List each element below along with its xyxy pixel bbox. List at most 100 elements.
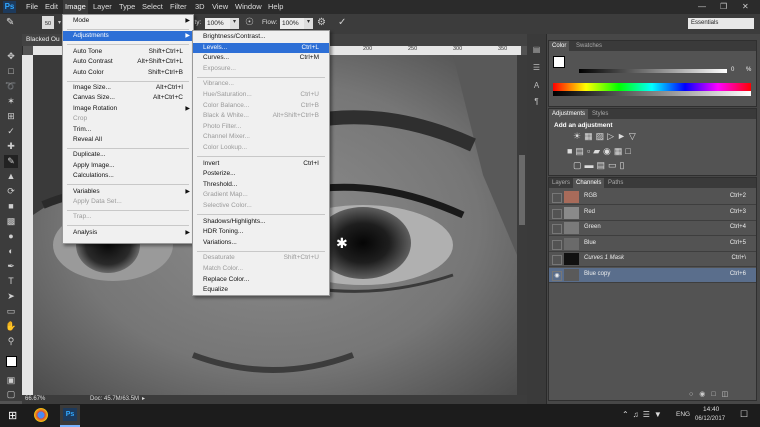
pressure-opacity-icon[interactable]: ☉ (245, 17, 254, 28)
menu-item-hdr-toning[interactable]: HDR Toning... (193, 227, 329, 237)
history-panel-icon[interactable]: ▤ (531, 44, 542, 55)
grayscale-ramp[interactable] (553, 91, 751, 96)
menu-type[interactable]: Type (117, 0, 137, 14)
zoom-tool-icon[interactable]: ⚲ (4, 335, 18, 348)
menu-filter[interactable]: Filter (168, 0, 189, 14)
menu-item-adjustments[interactable]: Adjustments ▶ (63, 31, 193, 42)
menu-item-analysis[interactable]: Analysis ▶ (63, 228, 193, 238)
menu-select[interactable]: Select (140, 0, 165, 14)
properties-panel-icon[interactable]: ☰ (531, 62, 542, 73)
channel-row[interactable]: Blue Ctrl+5 (549, 237, 756, 252)
restore-icon[interactable]: ❐ (720, 2, 727, 11)
brightness-slider[interactable] (579, 69, 727, 73)
healing-brush-tool-icon[interactable]: ✚ (4, 140, 18, 153)
brush-icon[interactable]: ✎ (6, 17, 14, 28)
menu-item-variables[interactable]: Variables ▶ (63, 187, 193, 197)
slider-value[interactable]: 0 (731, 67, 734, 73)
menu-item-threshold[interactable]: Threshold... (193, 180, 329, 190)
history-brush-tool-icon[interactable]: ⟳ (4, 185, 18, 198)
menu-item-equalize[interactable]: Equalize (193, 285, 329, 295)
opacity-field[interactable]: 100% (205, 18, 231, 29)
tab-layers[interactable]: Layers (549, 178, 573, 188)
character-panel-icon[interactable]: A (531, 80, 542, 91)
menu-item-image-size[interactable]: Image Size... Alt+Ctrl+I (63, 83, 193, 93)
menu-item-mode[interactable]: Mode ▶ (63, 16, 193, 26)
shape-tool-icon[interactable]: ▭ (4, 305, 18, 318)
menu-item-curves[interactable]: Curves... Ctrl+M (193, 53, 329, 63)
menu-item-duplicate[interactable]: Duplicate... (63, 150, 193, 160)
type-tool-icon[interactable]: T (4, 275, 18, 288)
menu-help[interactable]: Help (266, 0, 285, 14)
brush-size-preview[interactable]: 50 (42, 16, 54, 29)
clock-time[interactable]: 14:40 (703, 406, 719, 413)
menu-file[interactable]: File (24, 0, 40, 14)
windows-start-icon[interactable]: ⊞ (8, 409, 17, 422)
menu-item-auto-contrast[interactable]: Auto Contrast Alt+Shift+Ctrl+L (63, 57, 193, 67)
blur-tool-icon[interactable]: ● (4, 230, 18, 243)
menu-item-variations[interactable]: Variations... (193, 238, 329, 248)
photoshop-taskbar-item[interactable]: Ps (60, 405, 80, 427)
menu-item-brightness-contrast[interactable]: Brightness/Contrast... (193, 32, 329, 42)
workspace-switcher[interactable]: Essentials (688, 18, 754, 29)
tab-styles[interactable]: Styles (589, 109, 611, 119)
tab-paths[interactable]: Paths (605, 178, 626, 188)
menu-item-calculations[interactable]: Calculations... (63, 171, 193, 181)
adjustment-icons-row-3[interactable]: ▢▬▤▭▯ (573, 160, 627, 171)
menu-item-image-rotation[interactable]: Image Rotation ▶ (63, 104, 193, 114)
tray-icons[interactable]: ⌃♫☰▼ (622, 410, 666, 419)
channel-row[interactable]: Red Ctrl+3 (549, 206, 756, 221)
tab-color[interactable]: Color (549, 41, 570, 51)
menu-item-shadows-highlights[interactable]: Shadows/Highlights... (193, 217, 329, 227)
channel-row[interactable]: Green Ctrl+4 (549, 221, 756, 236)
clock-date[interactable]: 06/12/2017 (695, 416, 725, 422)
menu-view[interactable]: View (210, 0, 230, 14)
gradient-tool-icon[interactable]: ▩ (4, 215, 18, 228)
channel-row[interactable]: RGB Ctrl+2 (549, 190, 756, 205)
menu-image[interactable]: Image (63, 0, 88, 14)
hand-tool-icon[interactable]: ✋ (4, 320, 18, 333)
marquee-tool-icon[interactable]: □ (4, 65, 18, 78)
visibility-eye-icon[interactable] (552, 193, 562, 203)
visibility-eye-icon[interactable] (552, 255, 562, 265)
brush-tool-icon[interactable]: ✎ (4, 155, 18, 168)
clone-stamp-tool-icon[interactable]: ▲ (4, 170, 18, 183)
menu-item-posterize[interactable]: Posterize... (193, 169, 329, 179)
visibility-eye-icon[interactable] (552, 208, 562, 219)
foreground-color-swatch[interactable] (6, 356, 17, 367)
menu-window[interactable]: Window (233, 0, 264, 14)
flow-dropdown-icon[interactable]: ▾ (304, 18, 313, 29)
menu-item-trim[interactable]: Trim... (63, 125, 193, 135)
visibility-eye-icon[interactable]: ◉ (552, 270, 562, 281)
adjustment-icons-row-2[interactable]: ■▤▫▰◉▦□ (567, 146, 634, 157)
flow-field[interactable]: 100% (280, 18, 306, 29)
dodge-tool-icon[interactable]: ◐ (4, 245, 18, 258)
visibility-eye-icon[interactable] (552, 239, 562, 250)
pressure-size-icon[interactable]: ✓ (338, 17, 346, 28)
notifications-icon[interactable]: ☐ (740, 409, 748, 420)
quick-select-tool-icon[interactable]: ✶ (4, 95, 18, 108)
vertical-scrollbar[interactable] (517, 55, 527, 395)
quick-mask-icon[interactable]: ▣ (4, 374, 18, 387)
chrome-icon[interactable] (34, 408, 48, 422)
status-arrow-icon[interactable]: ▸ (142, 395, 145, 402)
visibility-eye-icon[interactable] (552, 224, 562, 234)
language-indicator[interactable]: ENG (676, 411, 690, 418)
close-icon[interactable]: ✕ (742, 2, 749, 11)
path-selection-tool-icon[interactable]: ➤ (4, 290, 18, 303)
minimize-icon[interactable]: — (698, 2, 706, 11)
menu-item-levels[interactable]: Levels... Ctrl+L (193, 42, 329, 53)
chevron-down-icon[interactable]: ▾ (58, 19, 61, 26)
pen-tool-icon[interactable]: ✒ (4, 260, 18, 273)
color-spectrum[interactable] (553, 83, 751, 91)
channel-row[interactable]: ◉ Blue copy Ctrl+6 (549, 267, 756, 283)
menu-3d[interactable]: 3D (193, 0, 207, 14)
menu-item-invert[interactable]: Invert Ctrl+I (193, 159, 329, 169)
adjustment-icons-row-1[interactable]: ☀▦▨▷►▽ (573, 131, 639, 142)
paragraph-panel-icon[interactable]: ¶ (531, 96, 542, 107)
screen-mode-icon[interactable]: ▢ (4, 388, 18, 401)
scroll-thumb[interactable] (519, 155, 525, 225)
lasso-tool-icon[interactable]: ➰ (4, 80, 18, 93)
menu-edit[interactable]: Edit (43, 0, 60, 14)
menu-item-replace-color[interactable]: Replace Color... (193, 275, 329, 285)
foreground-swatch[interactable] (553, 56, 565, 68)
